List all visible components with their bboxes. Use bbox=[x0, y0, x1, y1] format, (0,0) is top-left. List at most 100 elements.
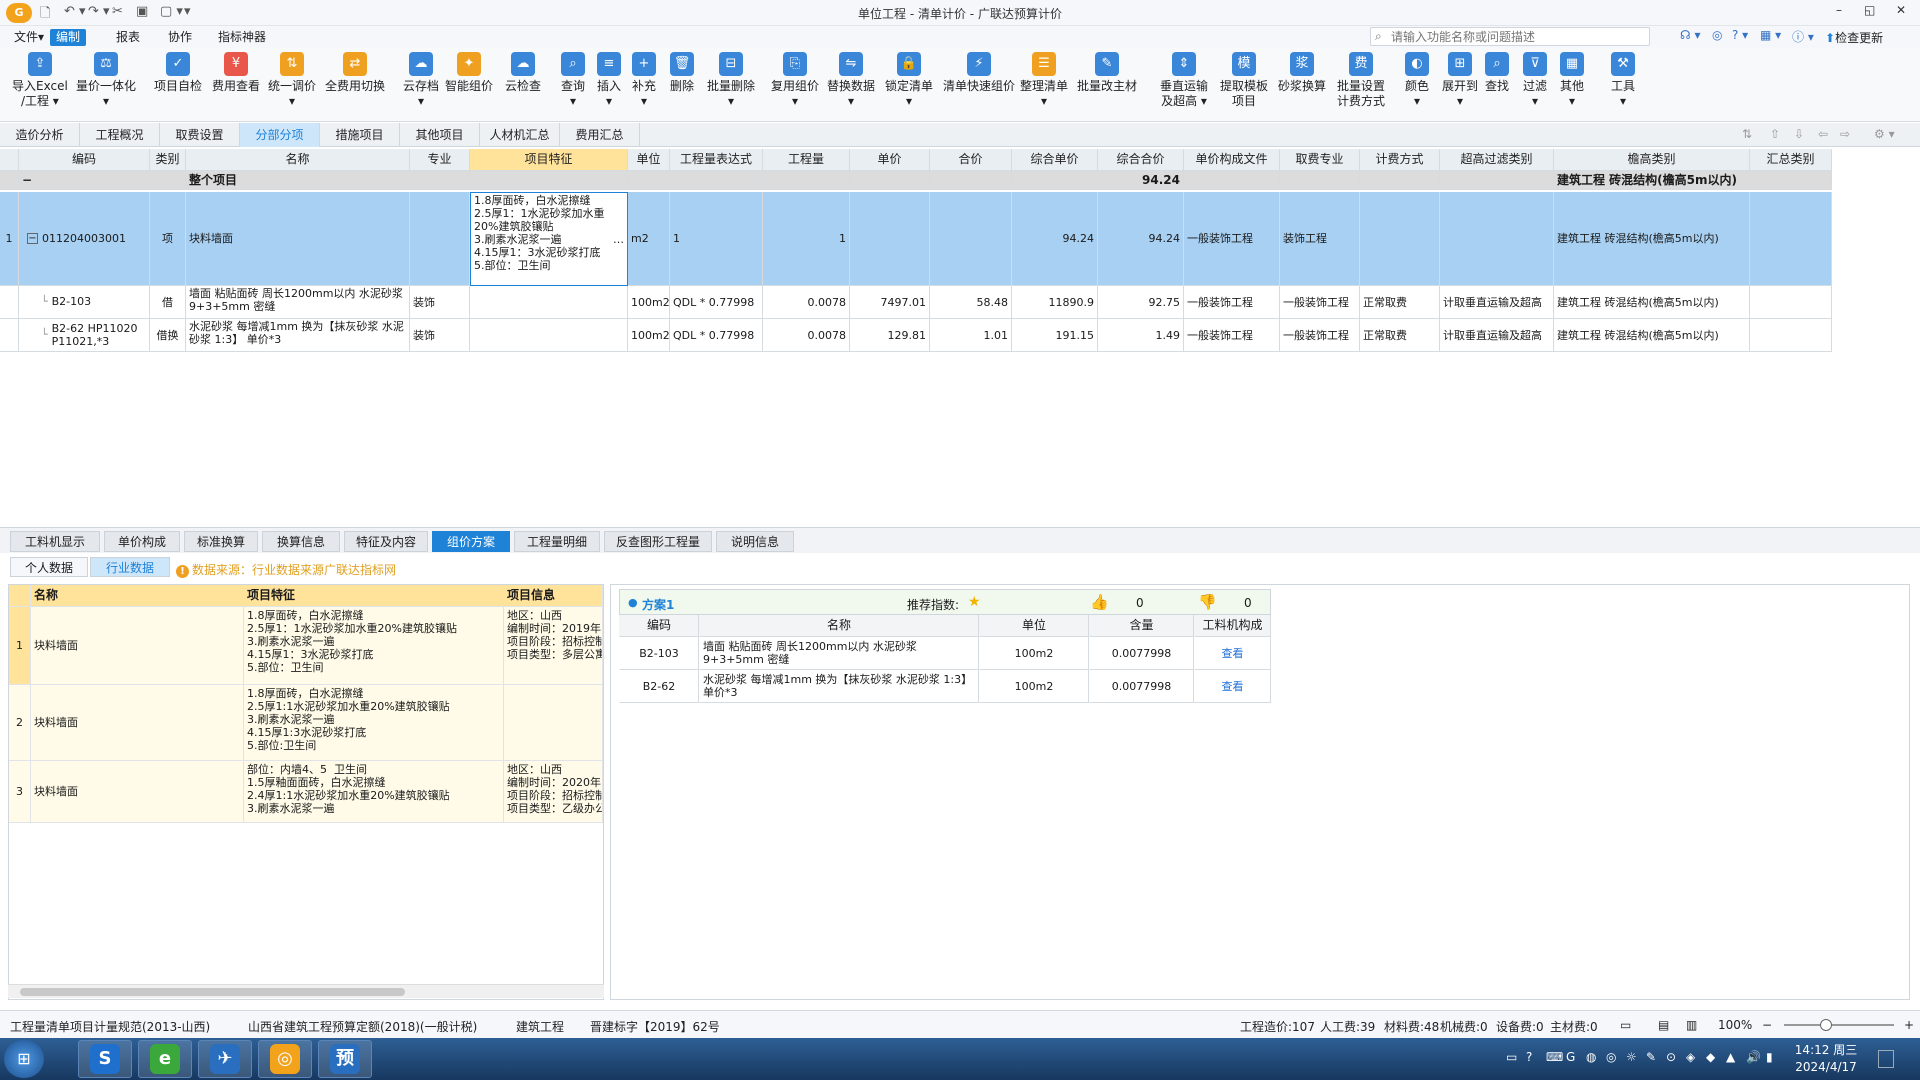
ribbon-17-button[interactable]: 🔒 锁定清单 ▾ bbox=[885, 52, 933, 109]
tab-8[interactable]: 费用汇总 bbox=[560, 123, 640, 147]
zoom-handle[interactable] bbox=[1820, 1019, 1832, 1031]
ribbon-21-button[interactable]: ⇕ 垂直运输 及超高 ▾ bbox=[1160, 52, 1208, 109]
ribbon-6-button[interactable]: ⇄ 全费用切换 bbox=[325, 52, 385, 94]
toolbar-icon[interactable]: ◎ bbox=[1712, 28, 1722, 42]
ribbon-19-button[interactable]: ☰ 整理清单 ▾ bbox=[1020, 52, 1068, 109]
lower-tab-3[interactable]: 标准换算 bbox=[184, 531, 258, 552]
lower-tab-5[interactable]: 特征及内容 bbox=[344, 531, 428, 552]
tray-icon[interactable]: ◈ bbox=[1686, 1050, 1695, 1064]
view-link[interactable]: 查看 bbox=[1194, 637, 1271, 670]
nav-arrow-icon[interactable]: ⇨ bbox=[1840, 127, 1850, 141]
lower-tab-9[interactable]: 说明信息 bbox=[716, 531, 794, 552]
tab-5[interactable]: 措施项目 bbox=[320, 123, 400, 147]
taskbar-app-button[interactable]: e bbox=[138, 1040, 192, 1078]
close-button[interactable]: ✕ bbox=[1896, 3, 1906, 17]
grid-row[interactable]: └ B2-62 HP11020 P11021,*3 借换 水泥砂浆 每增减1mm 换为… bbox=[0, 319, 1832, 352]
layout-icon[interactable]: ▭ bbox=[1620, 1018, 1631, 1032]
tab-1[interactable]: 造价分析 bbox=[0, 123, 80, 147]
ribbon-20-button[interactable]: ✎ 批量改主材 bbox=[1077, 52, 1137, 94]
thumbs-up-icon[interactable]: 👍 bbox=[1090, 593, 1109, 611]
ribbon-5-button[interactable]: ⇅ 统一调价 ▾ bbox=[268, 52, 316, 109]
check-update-button[interactable]: ⬆检查更新 bbox=[1825, 29, 1883, 46]
toolbar-icon[interactable]: ▦ ▾ bbox=[1760, 28, 1781, 42]
ribbon-12-button[interactable]: + 补充 ▾ bbox=[632, 52, 656, 109]
nav-arrow-icon[interactable]: ⇩ bbox=[1794, 127, 1804, 141]
ribbon-15-button[interactable]: ⎘ 复用组价 ▾ bbox=[771, 52, 819, 109]
sub-tab-1[interactable]: 个人数据 bbox=[10, 557, 88, 577]
function-search[interactable]: ⌕ bbox=[1370, 27, 1650, 46]
menu-item[interactable]: 文件▾ bbox=[8, 29, 50, 46]
tab-3[interactable]: 取费设置 bbox=[160, 123, 240, 147]
ribbon-3-button[interactable]: ✓ 项目自检 bbox=[154, 52, 202, 94]
tray-icon[interactable]: ◍ bbox=[1586, 1050, 1596, 1064]
taskbar-app-button[interactable]: S bbox=[78, 1040, 132, 1078]
lower-tab-4[interactable]: 换算信息 bbox=[262, 531, 340, 552]
ribbon-28-button[interactable]: ⊽ 过滤 ▾ bbox=[1523, 52, 1547, 109]
toolbar-icon[interactable]: ? ▾ bbox=[1732, 28, 1748, 42]
grid-row[interactable]: └ B2-103 借墙面 粘贴面砖 周长1200mm以内 水泥砂浆 9+3+5mm … bbox=[0, 286, 1832, 319]
industry-row[interactable]: 2 块料墙面 1.8厚面砖，白水泥擦缝 2.5厚1:1水泥砂浆加水重20%建筑胶镶贴… bbox=[9, 685, 603, 761]
menu-item[interactable]: 协作 bbox=[162, 29, 198, 46]
tab-2[interactable]: 工程概况 bbox=[80, 123, 160, 147]
tray-icon[interactable]: ✎ bbox=[1646, 1050, 1656, 1064]
ribbon-27-button[interactable]: ⌕ 查找 bbox=[1485, 52, 1509, 94]
ribbon-24-button[interactable]: 费批量设置 计费方式 bbox=[1337, 52, 1385, 109]
more-button[interactable]: … bbox=[613, 233, 624, 246]
horizontal-scrollbar[interactable] bbox=[8, 984, 604, 998]
zoom-slider[interactable] bbox=[1784, 1019, 1894, 1031]
ribbon-13-button[interactable]: 🗑 删除 bbox=[670, 52, 694, 94]
ribbon-2-button[interactable]: ⚖ 量价一体化 ▾ bbox=[76, 52, 136, 109]
tray-icon[interactable]: ▲ bbox=[1726, 1050, 1735, 1064]
ribbon-30-button[interactable]: ⚒ 工具 ▾ bbox=[1611, 52, 1635, 109]
zoom-out-icon[interactable]: − bbox=[1762, 1018, 1772, 1032]
ribbon-9-button[interactable]: ☁ 云检查 bbox=[505, 52, 541, 94]
toolbar-icon[interactable]: ☊ ▾ bbox=[1680, 28, 1701, 42]
thumbs-down-icon[interactable]: 👎 bbox=[1198, 593, 1217, 611]
ribbon-16-button[interactable]: ⇋ 替换数据 ▾ bbox=[827, 52, 875, 109]
ribbon-18-button[interactable]: ⚡ 清单快速组价 bbox=[943, 52, 1015, 94]
grid-row[interactable]: 1−011204003001 项块料墙面 1.8厚面砖，白水泥擦缝 2.5厚1：1水… bbox=[0, 192, 1832, 286]
expand-toggle-icon[interactable]: − bbox=[27, 232, 38, 244]
tray-icon[interactable]: ▮ bbox=[1766, 1050, 1773, 1064]
layout-icon[interactable]: ▥ bbox=[1686, 1018, 1697, 1032]
tray-icon[interactable]: G bbox=[1566, 1050, 1575, 1064]
industry-row[interactable]: 3 块料墙面 部位：内墙4、5 卫生间 1.5厚釉面面砖，白水泥擦缝 2.4厚1:1… bbox=[9, 761, 603, 823]
ribbon-29-button[interactable]: ▦ 其他 ▾ bbox=[1560, 52, 1584, 109]
ribbon-7-button[interactable]: ☁ 云存档 ▾ bbox=[403, 52, 439, 109]
ribbon-22-button[interactable]: 模提取模板 项目 bbox=[1220, 52, 1268, 109]
plan-row[interactable]: B2-62 水泥砂浆 每增减1mm 换为【抹灰砂浆 水泥砂浆 1:3】 单价*3 1… bbox=[619, 670, 1271, 703]
lower-tab-7[interactable]: 工程量明细 bbox=[514, 531, 600, 552]
taskbar-app-button[interactable]: ✈ bbox=[198, 1040, 252, 1078]
ribbon-26-button[interactable]: ⊞ 展开到 ▾ bbox=[1442, 52, 1478, 109]
ribbon-11-button[interactable]: ≡ 插入 ▾ bbox=[597, 52, 621, 109]
scroll-thumb[interactable] bbox=[20, 988, 405, 996]
tray-icon[interactable]: ? bbox=[1526, 1050, 1532, 1064]
start-button[interactable]: ⊞ bbox=[4, 1040, 44, 1078]
lower-tab-6[interactable]: 组价方案 bbox=[432, 531, 510, 552]
ribbon-23-button[interactable]: 浆砂浆换算 bbox=[1278, 52, 1326, 94]
tab-7[interactable]: 人材机汇总 bbox=[480, 123, 560, 147]
taskbar-app-button[interactable]: ◎ bbox=[258, 1040, 312, 1078]
layout-icon[interactable]: ▤ bbox=[1658, 1018, 1669, 1032]
tray-icon[interactable]: ◆ bbox=[1706, 1050, 1715, 1064]
lower-tab-2[interactable]: 单价构成 bbox=[104, 531, 180, 552]
industry-row[interactable]: 1 块料墙面 1.8厚面砖，白水泥擦缝 2.5厚1：1水泥砂浆加水重20%建筑胶镶贴… bbox=[9, 607, 603, 685]
tray-icon[interactable]: ☼ bbox=[1626, 1050, 1637, 1064]
ribbon-25-button[interactable]: ◐ 颜色 ▾ bbox=[1405, 52, 1429, 109]
toolbar-icon[interactable]: ⓘ ▾ bbox=[1792, 28, 1814, 45]
taskbar-app-button[interactable]: 预 bbox=[318, 1040, 372, 1078]
ribbon-8-button[interactable]: ✦ 智能组价 bbox=[445, 52, 493, 94]
tray-icon[interactable]: ▭ bbox=[1506, 1050, 1517, 1064]
search-input[interactable] bbox=[1391, 29, 1641, 44]
tray-icon[interactable]: ◎ bbox=[1606, 1050, 1616, 1064]
nav-arrow-icon[interactable]: ⚙ ▾ bbox=[1874, 127, 1895, 141]
restore-button[interactable]: ◱ bbox=[1864, 3, 1875, 17]
ribbon-4-button[interactable]: ¥ 费用查看 bbox=[212, 52, 260, 94]
view-link[interactable]: 查看 bbox=[1194, 670, 1271, 703]
tray-icon[interactable]: 🔊 bbox=[1746, 1050, 1761, 1064]
menu-item[interactable]: 编制 bbox=[50, 29, 87, 46]
ribbon-10-button[interactable]: ⌕ 查询 ▾ bbox=[561, 52, 585, 109]
minimize-button[interactable]: – bbox=[1836, 3, 1842, 17]
tab-4[interactable]: 分部分项 bbox=[240, 123, 320, 147]
menu-item[interactable]: 指标神器 bbox=[212, 29, 272, 46]
